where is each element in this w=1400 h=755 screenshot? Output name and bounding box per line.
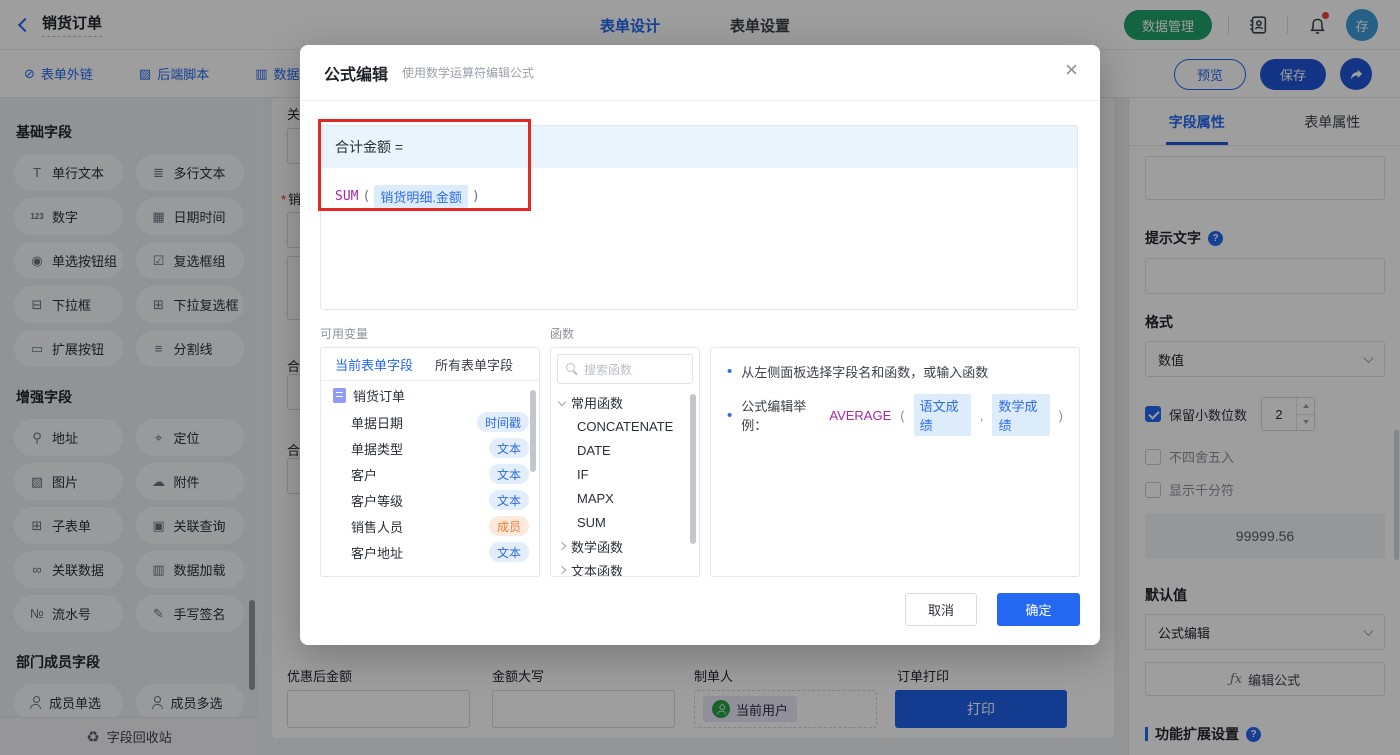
tip-line-1: • 从左侧面板选择字段名和函数，或输入函数 [727,362,1063,381]
type-badge: 文本 [489,542,529,562]
formula-expression[interactable]: SUM( 销货明细.金额 ) [321,168,1077,225]
type-badge: 文本 [489,464,529,484]
type-badge: 成员 [489,516,529,536]
tab-all-form-fields[interactable]: 所有表单字段 [435,355,513,374]
tips-panel: • 从左侧面板选择字段名和函数，或输入函数 • 公式编辑举例：AVERAGE( … [710,347,1080,577]
tab-current-form-fields[interactable]: 当前表单字段 [335,355,413,374]
example-function-keyword: AVERAGE [829,408,891,423]
bullet-icon: • [727,364,732,379]
modal-subtitle: 使用数学运算符编辑公式 [402,64,534,81]
modal-header: 公式编辑 使用数学运算符编辑公式 × [300,45,1100,101]
function-group-text[interactable]: 文本函数 [551,558,699,577]
formula-target: 合计金额 = [321,126,1077,168]
variable-row[interactable]: 销售人员成员 [321,513,539,539]
close-icon[interactable]: × [1065,59,1078,81]
variable-row[interactable]: 客户地址文本 [321,539,539,565]
form-doc-icon [333,388,346,403]
function-item[interactable]: DATE [551,438,699,462]
function-keyword: SUM [335,189,358,204]
chevron-down-icon [558,398,566,406]
variable-row[interactable]: 客户等级文本 [321,487,539,513]
field-token-chip[interactable]: 销货明细.金额 [374,185,468,208]
function-item[interactable]: MAPX [551,486,699,510]
cancel-button[interactable]: 取消 [905,593,977,626]
bullet-icon: • [727,408,732,423]
tip-line-2: • 公式编辑举例：AVERAGE( 语文成绩 , 数学成绩 ) [727,394,1063,436]
variables-label: 可用变量 [320,325,368,342]
functions-label: 函数 [550,325,574,342]
type-badge: 文本 [489,438,529,458]
formula-edit-modal: 公式编辑 使用数学运算符编辑公式 × 合计金额 = SUM( 销货明细.金额 )… [300,45,1100,645]
function-search-input[interactable]: 搜索函数 [557,354,693,384]
type-badge: 文本 [489,490,529,510]
search-placeholder: 搜索函数 [584,361,632,378]
function-group-common[interactable]: 常用函数 [551,390,699,414]
tree-root-form[interactable]: 销货订单 [321,381,539,409]
variables-panel: 当前表单字段 所有表单字段 销货订单 单据日期时间戳 单据类型文本 客户文本 客… [320,347,540,577]
search-icon [566,363,578,375]
formula-editor[interactable]: 合计金额 = SUM( 销货明细.金额 ) [320,125,1078,310]
functions-panel: 搜索函数 常用函数 CONCATENATE DATE IF MAPX SUM 数… [550,347,700,577]
variable-row[interactable]: 客户文本 [321,461,539,487]
variables-scrollbar[interactable] [530,390,536,472]
functions-scrollbar[interactable] [690,394,696,544]
example-chip: 语文成绩 [914,394,971,436]
function-item[interactable]: IF [551,462,699,486]
function-group-math[interactable]: 数学函数 [551,534,699,558]
form-designer-app: 销货订单 表单设计 表单设置 数据管理 [0,0,1400,755]
chevron-right-icon [558,542,566,550]
modal-title: 公式编辑 [324,61,388,85]
example-chip: 数学成绩 [992,394,1049,436]
confirm-button[interactable]: 确定 [997,593,1080,626]
chevron-right-icon [558,566,566,574]
function-item[interactable]: SUM [551,510,699,534]
variables-tabs: 当前表单字段 所有表单字段 [321,348,539,381]
function-item[interactable]: CONCATENATE [551,414,699,438]
variable-row[interactable]: 单据类型文本 [321,435,539,461]
variable-row[interactable]: 单据日期时间戳 [321,409,539,435]
type-badge: 时间戳 [477,412,529,432]
